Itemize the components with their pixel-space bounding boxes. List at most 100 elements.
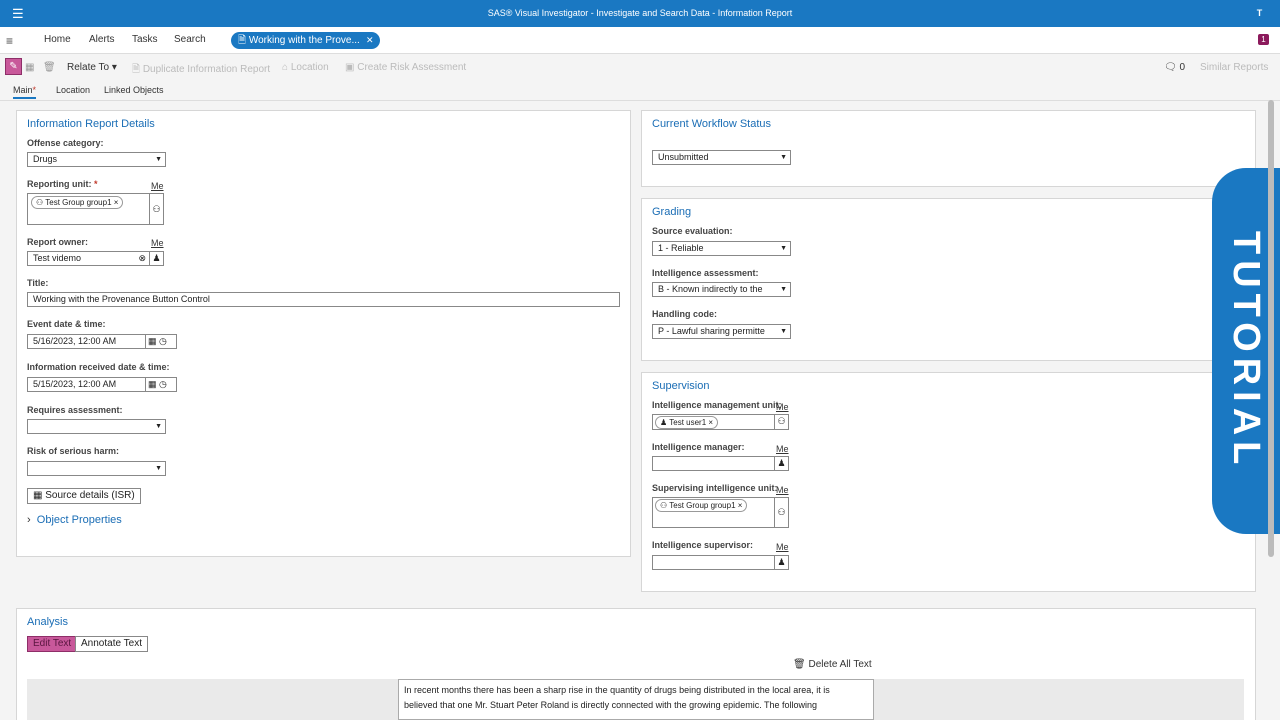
chevron-down-icon: ▼: [155, 423, 162, 430]
analysis-text-line: In recent months there has been a sharp …: [404, 685, 830, 695]
workflow-title: Current Workflow Status: [652, 118, 772, 130]
clear-icon[interactable]: ⊗: [138, 252, 146, 265]
tab-linked-objects[interactable]: Linked Objects: [104, 85, 164, 95]
supervision-title: Supervision: [652, 380, 710, 392]
group-picker-icon[interactable]: ⚇: [774, 497, 789, 528]
user-avatar[interactable]: T: [1252, 6, 1267, 21]
notification-badge[interactable]: 1: [1258, 34, 1269, 45]
source-details-label: Source details (ISR): [45, 490, 135, 501]
location-label: Location: [290, 62, 329, 73]
offense-select[interactable]: Drugs ▼: [27, 152, 166, 167]
object-properties-toggle[interactable]: › Object Properties: [27, 514, 122, 526]
analysis-title: Analysis: [27, 616, 68, 628]
tab-main[interactable]: Main*: [13, 85, 37, 99]
handling-code-select[interactable]: P - Lawful sharing permitte ▼: [652, 324, 791, 339]
supervisor-me-link[interactable]: Me: [776, 542, 789, 552]
document-icon: 🗎: [238, 35, 247, 46]
reporting-unit-chip: ⚇ Test Group group1 ×: [31, 196, 124, 209]
source-evaluation-label: Source evaluation:: [652, 226, 733, 236]
manager-me-link[interactable]: Me: [776, 444, 789, 454]
user-picker-icon[interactable]: ♟: [774, 456, 789, 471]
siu-me-link[interactable]: Me: [776, 485, 789, 495]
edit-pencil-icon[interactable]: ✎: [5, 58, 22, 75]
received-date-label: Information received date & time:: [27, 362, 170, 372]
chevron-down-icon: ▼: [780, 154, 787, 161]
duplicate-button[interactable]: 🗎 Duplicate Information Report: [132, 62, 270, 79]
nav-alerts[interactable]: Alerts: [89, 34, 115, 45]
analysis-text-body[interactable]: In recent months there has been a sharp …: [398, 679, 874, 720]
remove-chip-icon[interactable]: ×: [708, 418, 713, 427]
required-marker: *: [94, 179, 98, 189]
risk-harm-select[interactable]: ▼: [27, 461, 166, 476]
nav-search[interactable]: Search: [174, 34, 206, 45]
form-tabs: Main* Location Linked Objects: [0, 80, 1280, 100]
report-owner-me-link[interactable]: Me: [151, 238, 164, 248]
requires-assessment-select[interactable]: ▼: [27, 419, 166, 434]
comment-count: 0: [1179, 62, 1186, 73]
app-title-bar: ☰ SAS® Visual Investigator - Investigate…: [0, 0, 1280, 27]
annotate-text-button[interactable]: Annotate Text: [75, 636, 148, 652]
chevron-right-icon: ›: [27, 514, 31, 526]
nav-home[interactable]: Home: [44, 34, 71, 45]
tab-location[interactable]: Location: [56, 85, 90, 95]
report-owner-label: Report owner:: [27, 237, 89, 247]
received-date-field[interactable]: 5/15/2023, 12:00 AM: [27, 377, 146, 392]
report-owner-field[interactable]: Test videmo ⊗: [27, 251, 150, 266]
user-picker-icon[interactable]: ♟: [149, 251, 164, 266]
offense-value: Drugs: [33, 154, 58, 164]
nav-tasks[interactable]: Tasks: [132, 34, 158, 45]
title-label: Title:: [27, 278, 49, 288]
comments-button[interactable]: 🗨 0: [1164, 62, 1185, 73]
menu-icon[interactable]: ≡: [6, 34, 13, 48]
reporting-unit-field[interactable]: ⚇ Test Group group1 ×: [27, 193, 150, 225]
document-tab[interactable]: 🗎 Working with the Prove... ✕: [231, 32, 380, 49]
grading-title: Grading: [652, 206, 692, 218]
intelligence-assessment-select[interactable]: B - Known indirectly to the ▼: [652, 282, 791, 297]
chevron-down-icon: ▼: [780, 245, 787, 252]
calendar-clock-icon[interactable]: ▦ ◷: [145, 377, 177, 392]
group-picker-icon[interactable]: ⚇: [774, 414, 789, 430]
create-risk-button[interactable]: ▣ Create Risk Assessment: [345, 62, 466, 73]
event-date-field[interactable]: 5/16/2023, 12:00 AM: [27, 334, 146, 349]
workflow-status-select[interactable]: Unsubmitted ▼: [652, 150, 791, 165]
source-details-button[interactable]: ▦ Source details (ISR): [27, 488, 141, 504]
main-nav: ≡ Home Alerts Tasks Search 🗎 Working wit…: [0, 27, 1280, 54]
intelligence-assessment-value: B - Known indirectly to the: [658, 284, 763, 294]
similar-reports-button[interactable]: Similar Reports: [1200, 62, 1268, 73]
vertical-scrollbar[interactable]: [1268, 100, 1274, 557]
remove-chip-icon[interactable]: ×: [114, 198, 119, 207]
reporting-unit-me-link[interactable]: Me: [151, 181, 164, 191]
title-field[interactable]: Working with the Provenance Button Contr…: [27, 292, 620, 307]
location-button[interactable]: ⌂ Location: [282, 62, 329, 73]
document-toolbar: ▦ 🗑 Relate To ▾ 🗎 Duplicate Information …: [0, 54, 1280, 80]
calendar-icon[interactable]: ▦ ◷: [145, 334, 177, 349]
user-picker-icon[interactable]: ♟: [774, 555, 789, 570]
remove-chip-icon[interactable]: ×: [738, 501, 743, 510]
event-date-label: Event date & time:: [27, 319, 106, 329]
offense-label: Offense category:: [27, 138, 104, 148]
report-owner-value: Test videmo: [33, 253, 82, 263]
analysis-text-line: believed that one Mr. Stuart Peter Rolan…: [404, 700, 818, 710]
siu-field[interactable]: ⚇ Test Group group1 ×: [652, 497, 775, 528]
trash-icon: 🗑: [793, 659, 806, 670]
workflow-status-value: Unsubmitted: [658, 152, 709, 162]
close-tab-icon[interactable]: ✕: [366, 32, 374, 49]
relate-to-menu[interactable]: Relate To ▾: [67, 62, 117, 73]
delete-all-text-button[interactable]: 🗑 Delete All Text: [793, 659, 872, 670]
save-icon[interactable]: ▦: [25, 62, 34, 73]
group-picker-icon[interactable]: ⚇: [149, 193, 164, 225]
intelligence-assessment-label: Intelligence assessment:: [652, 268, 759, 278]
chevron-down-icon: ▼: [155, 156, 162, 163]
details-title: Information Report Details: [27, 118, 155, 130]
edit-text-button[interactable]: Edit Text: [27, 636, 78, 652]
manager-field[interactable]: [652, 456, 775, 471]
imu-field[interactable]: ♟ Test user1 ×: [652, 414, 775, 430]
source-evaluation-select[interactable]: 1 - Reliable ▼: [652, 241, 791, 256]
imu-me-link[interactable]: Me: [776, 402, 789, 412]
reporting-unit-chip-label: Test Group group1: [45, 198, 112, 207]
manager-label: Intelligence manager:: [652, 442, 745, 452]
delete-icon[interactable]: 🗑: [43, 62, 56, 73]
relate-to-label: Relate To: [67, 62, 110, 73]
supervisor-field[interactable]: [652, 555, 775, 570]
group-icon: ⚇: [36, 198, 44, 207]
